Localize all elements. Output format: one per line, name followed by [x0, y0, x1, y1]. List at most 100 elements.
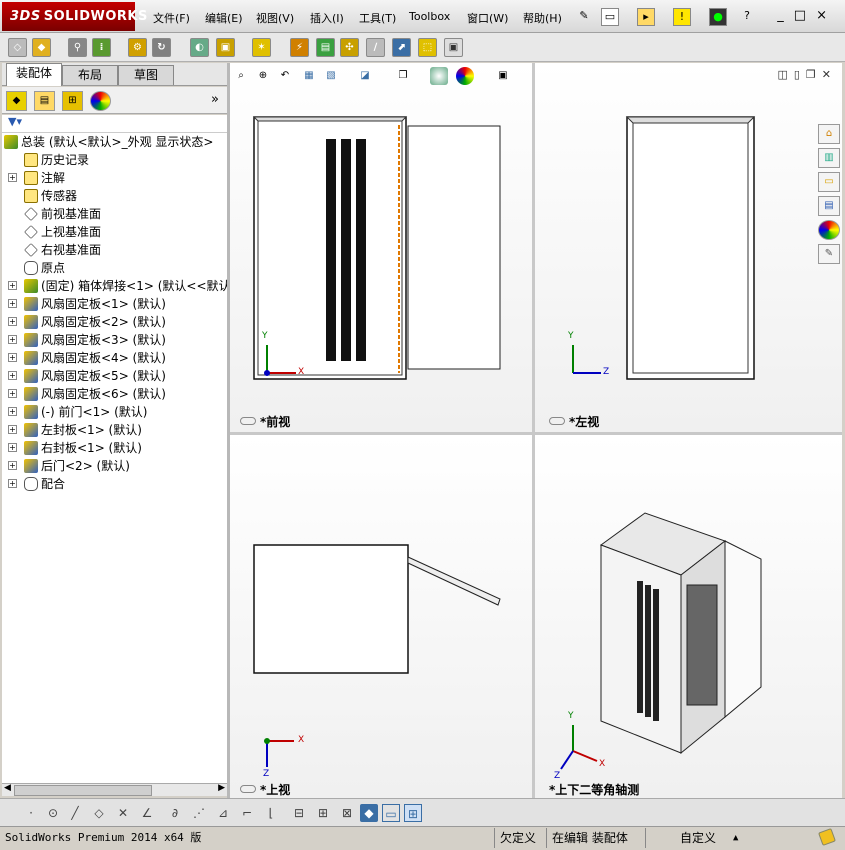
explode-line-icon[interactable]: ∕: [366, 38, 385, 57]
expand-toggle[interactable]: +: [8, 353, 17, 362]
single-view-icon[interactable]: ▭: [382, 804, 400, 822]
line-icon[interactable]: ╱: [66, 804, 84, 822]
tab-assembly[interactable]: 装配体: [6, 63, 62, 86]
3d-view-icon[interactable]: ◆: [360, 804, 378, 822]
viewport-top[interactable]: X Z *上视: [230, 435, 532, 798]
expand-toggle[interactable]: +: [8, 479, 17, 488]
menu-help[interactable]: 帮助(H): [523, 10, 562, 26]
viewport-left[interactable]: Y Z *左视: [535, 63, 842, 432]
chamfer-icon[interactable]: ⌊: [262, 804, 280, 822]
bill-of-materials-icon[interactable]: ▤: [316, 38, 335, 57]
hide-show-items-icon[interactable]: [430, 67, 448, 85]
display-manager-icon[interactable]: [90, 91, 111, 111]
expand-toggle[interactable]: +: [8, 173, 17, 182]
expand-toggle[interactable]: +: [8, 407, 17, 416]
graphics-area[interactable]: Y X *前视 Y Z *左视 X Z *上视 Y X Z *上下二等角轴测: [230, 63, 842, 798]
menu-window[interactable]: 窗口(W): [467, 10, 508, 26]
solidworks-logo[interactable]: 3DS SOLIDWORKS: [2, 2, 147, 31]
expand-toggle[interactable]: +: [8, 443, 17, 452]
dimension-icon[interactable]: ⊟: [290, 804, 308, 822]
tree-item[interactable]: 原点: [24, 259, 65, 277]
menu-file[interactable]: 文件(F): [153, 10, 190, 26]
new-motion-study-icon[interactable]: ⚡: [290, 38, 309, 57]
previous-view-icon[interactable]: ↶: [276, 67, 294, 85]
link-views-icon[interactable]: [240, 417, 256, 425]
viewport-vertical-divider[interactable]: [532, 63, 535, 798]
linear-pattern-icon[interactable]: ⁞: [92, 38, 111, 57]
display-style-icon[interactable]: ❐: [394, 67, 412, 85]
new-part-icon[interactable]: ◇: [8, 38, 27, 57]
smart-fastener-icon[interactable]: ⚙: [128, 38, 147, 57]
close-view-icon[interactable]: ✕: [822, 68, 837, 81]
close-button[interactable]: ×: [816, 8, 837, 23]
trim-icon[interactable]: ✕: [114, 804, 132, 822]
custom-properties-icon[interactable]: ✎: [818, 244, 840, 264]
expand-toggle[interactable]: +: [8, 335, 17, 344]
design-library-icon[interactable]: ▥: [818, 148, 840, 168]
mate-icon[interactable]: ⚲: [68, 38, 87, 57]
status-units[interactable]: 自定义: [675, 828, 716, 848]
minimize-button[interactable]: _: [777, 8, 794, 23]
tree-item[interactable]: 风扇固定板<3> (默认): [24, 331, 166, 349]
convert-entities-icon[interactable]: ⊿: [214, 804, 232, 822]
tree-item[interactable]: 后门<2> (默认): [24, 457, 130, 475]
fillet-icon[interactable]: ⌐: [238, 804, 256, 822]
tree-item[interactable]: 前视基准面: [24, 205, 101, 223]
exploded-view-icon[interactable]: ✣: [340, 38, 359, 57]
tree-filter[interactable]: ▼▾: [2, 115, 227, 133]
circle-icon[interactable]: ⊙: [44, 804, 62, 822]
menu-view[interactable]: 视图(V): [256, 10, 294, 26]
tree-root[interactable]: 总装 (默认<默认>_外观 显示状态>: [4, 133, 213, 151]
point-icon[interactable]: ·: [22, 804, 40, 822]
expand-toggle[interactable]: +: [8, 281, 17, 290]
viewport-horizontal-divider[interactable]: [230, 432, 842, 435]
units-menu-arrow[interactable]: ▲: [733, 827, 738, 849]
tree-item[interactable]: 风扇固定板<4> (默认): [24, 349, 166, 367]
expand-toggle[interactable]: +: [8, 317, 17, 326]
open-folder-icon[interactable]: ▸: [637, 8, 655, 26]
zoom-to-fit-icon[interactable]: ⌕: [232, 67, 250, 85]
tree-item[interactable]: 风扇固定板<1> (默认): [24, 295, 166, 313]
section-view-icon[interactable]: ▦: [300, 67, 318, 85]
grid-icon[interactable]: ⊞: [314, 804, 332, 822]
menu-insert[interactable]: 插入(I): [310, 10, 344, 26]
relations-icon[interactable]: ⊠: [338, 804, 356, 822]
zoom-to-area-icon[interactable]: ⊕: [254, 67, 272, 85]
reference-geometry-icon[interactable]: ✶: [252, 38, 271, 57]
tab-layout[interactable]: 布局: [62, 65, 118, 85]
tree-item[interactable]: 风扇固定板<5> (默认): [24, 367, 166, 385]
tree-item[interactable]: 左封板<1> (默认): [24, 421, 142, 439]
scroll-left-arrow[interactable]: ◀: [4, 783, 11, 793]
configuration-manager-icon[interactable]: ⊞: [62, 91, 83, 111]
assembly-features-icon[interactable]: ▣: [216, 38, 235, 57]
expand-toggle[interactable]: +: [8, 371, 17, 380]
mirror-icon[interactable]: ⋰: [190, 804, 208, 822]
tab-sketch[interactable]: 草图: [118, 65, 174, 85]
extend-icon[interactable]: ∠: [138, 804, 156, 822]
apply-scene-icon[interactable]: ▣: [494, 67, 512, 85]
tree-horizontal-scrollbar[interactable]: ◀ ▶: [2, 783, 227, 796]
tree-item[interactable]: 风扇固定板<2> (默认): [24, 313, 166, 331]
scroll-right-arrow[interactable]: ▶: [218, 783, 225, 793]
tree-item[interactable]: 右封板<1> (默认): [24, 439, 142, 457]
expand-toggle[interactable]: +: [8, 425, 17, 434]
tree-item[interactable]: 配合: [24, 475, 65, 493]
rebuild-warning-icon[interactable]: !: [673, 8, 691, 26]
dynamic-annotation-icon[interactable]: ▧: [322, 67, 340, 85]
expand-manager-button[interactable]: »: [211, 92, 219, 107]
solidworks-resources-icon[interactable]: ⌂: [818, 124, 840, 144]
instant3d-icon[interactable]: ⬈: [392, 38, 411, 57]
scroll-thumb[interactable]: [14, 785, 152, 796]
four-view-icon[interactable]: ⊞: [404, 804, 422, 822]
feature-manager-icon[interactable]: ◆: [6, 91, 27, 111]
tree-item[interactable]: 上视基准面: [24, 223, 101, 241]
restore-view-icon[interactable]: ❐: [806, 68, 822, 81]
viewport-isometric[interactable]: Y X Z *上下二等角轴测: [535, 435, 842, 798]
polygon-icon[interactable]: ◇: [90, 804, 108, 822]
appearances-icon[interactable]: [818, 220, 840, 240]
tree-item[interactable]: 传感器: [24, 187, 77, 205]
expand-toggle[interactable]: +: [8, 461, 17, 470]
tree-item[interactable]: 风扇固定板<6> (默认): [24, 385, 166, 403]
menu-tools[interactable]: 工具(T): [359, 10, 396, 26]
tree-item[interactable]: 注解: [24, 169, 65, 187]
